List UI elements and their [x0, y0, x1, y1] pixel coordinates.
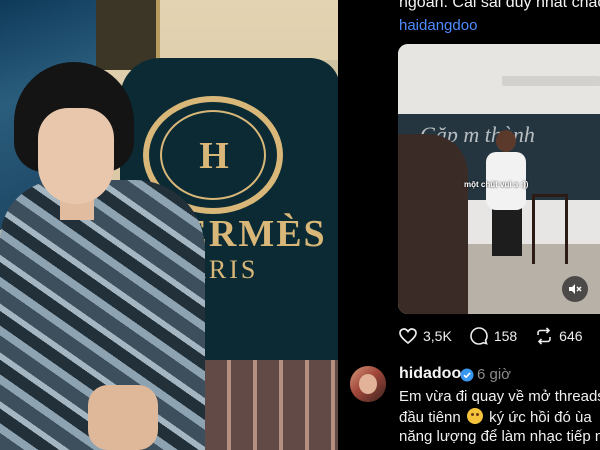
repost-icon: [537, 327, 551, 345]
reply-text-line-2a: đầu tiênn: [399, 409, 461, 426]
post-photo: H HERMÈS PARIS: [0, 0, 338, 450]
comment-count: 158: [493, 328, 518, 344]
video-person-head: [496, 130, 516, 152]
like-button[interactable]: 3,5K: [399, 328, 452, 344]
video-chair: [532, 194, 568, 264]
person-hand: [88, 385, 158, 450]
repost-count: 646: [559, 328, 583, 344]
video-person-legs: [492, 208, 522, 256]
video-light: [502, 76, 600, 86]
video-foreground-figure: [398, 134, 468, 314]
photo-blanket-stripe: [195, 360, 338, 450]
post-text-line: ngoan. Cái sai duy nhất chắc: [399, 0, 600, 11]
reply-text-line-1: Em vừa đi quay về mở threads: [399, 388, 600, 405]
post-video[interactable]: Gặp m thành một chút vui a :)): [398, 44, 600, 314]
avatar[interactable]: [350, 366, 386, 402]
person-face: [38, 108, 114, 204]
avatar-face: [359, 374, 377, 394]
reply-time: 6 giờ: [477, 366, 512, 383]
reply-text-line-2b: ký ức hồi đó ùa: [489, 409, 592, 426]
comment-button[interactable]: 158: [470, 327, 517, 345]
post-actions: 3,5K 158 646: [399, 325, 600, 347]
reply-text-line-2: đầu tiênn ký ức hồi đó ùa: [399, 408, 592, 426]
speaker-muted-icon: [569, 284, 582, 294]
threads-feed[interactable]: ngoan. Cái sai duy nhất chắc haidangdoo …: [338, 0, 600, 450]
video-caption: một chút vui a :)): [464, 180, 529, 189]
mention-link[interactable]: haidangdoo: [399, 17, 477, 34]
heart-icon: [399, 328, 417, 344]
flushed-face-icon: [466, 408, 483, 424]
reply-text-line-3: năng lượng để làm nhạc tiếp n: [399, 428, 600, 445]
verified-badge-icon: [460, 368, 474, 382]
reply-username[interactable]: hidadoo: [399, 365, 461, 383]
brand-seal-letter: H: [199, 135, 229, 177]
mute-button[interactable]: [562, 276, 588, 302]
like-count: 3,5K: [423, 328, 452, 344]
comment-icon: [470, 327, 488, 345]
repost-button[interactable]: 646: [535, 327, 583, 345]
